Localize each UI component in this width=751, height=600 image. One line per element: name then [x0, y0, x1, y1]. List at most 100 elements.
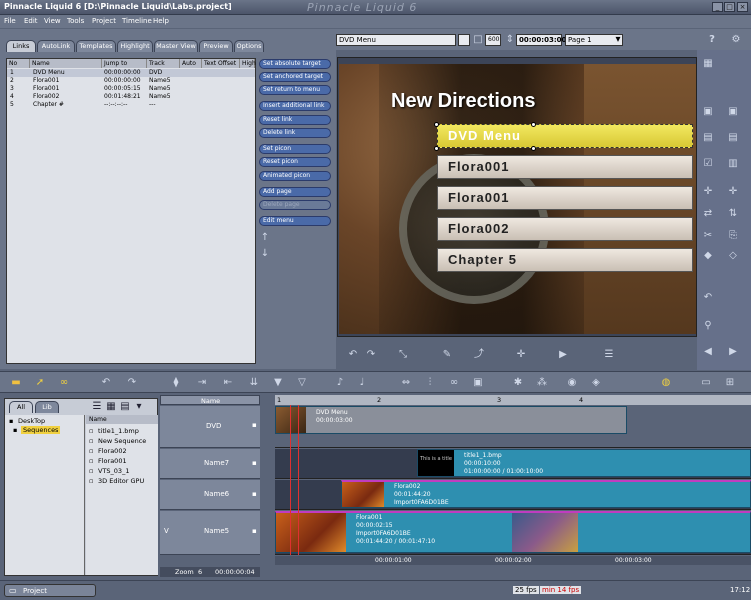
tab-master-view[interactable]: Master View [154, 40, 198, 52]
list-item[interactable]: 3D Editor GPU [98, 477, 144, 485]
lane-name6[interactable]: Flora002 00:01:44:20 Import0FA6D01BE [275, 480, 751, 510]
menu-button-flora001[interactable]: Flora001 [437, 155, 693, 179]
square-icon[interactable]: □ [472, 34, 484, 46]
paint-icon[interactable]: ◆ [702, 250, 714, 262]
center-icon[interactable]: ✛ [702, 186, 714, 198]
settings-icon[interactable]: ⚙ [730, 34, 742, 46]
distribute-icon[interactable]: ▥ [727, 158, 739, 170]
render-icon[interactable]: ◉ [566, 377, 578, 389]
clip-flora002[interactable]: Flora002 00:01:44:20 Import0FA6D01BE [341, 480, 751, 508]
link-icon[interactable]: ⤴ [473, 349, 485, 361]
redo-icon[interactable]: ↷ [126, 377, 138, 389]
mark-in-icon[interactable]: ▼ [272, 377, 284, 389]
selection-handle[interactable] [434, 122, 439, 127]
table-row[interactable]: 4 Flora002 00:01:48:21 Name5 [7, 93, 255, 101]
menu-button-flora001-b[interactable]: Flora001 [437, 186, 693, 210]
menu-button-flora002[interactable]: Flora002 [437, 217, 693, 241]
tab-preview[interactable]: Preview [199, 40, 233, 52]
track-header-name5[interactable]: V Name5 ▪ [160, 511, 260, 555]
timeline-ruler[interactable]: 1 2 3 4 [275, 395, 751, 405]
set-picon-button[interactable]: Set picon [259, 144, 331, 154]
menu-tools[interactable]: Tools [67, 17, 84, 25]
thumbnail-view-icon[interactable]: ▦ [105, 401, 117, 413]
tree-item-sequences[interactable]: Sequences [21, 426, 61, 434]
window-icon[interactable]: ▭ [700, 377, 712, 389]
menu-project[interactable]: Project [92, 17, 116, 25]
zoom-control[interactable]: Zoom 6 00:00:00:04 [160, 567, 260, 577]
playhead-out[interactable] [298, 405, 299, 555]
color-swatch[interactable] [458, 34, 470, 46]
chain-icon[interactable]: ∞ [58, 377, 70, 389]
transform-icon[interactable]: ⤡ [397, 349, 409, 361]
col-auto[interactable]: Auto [180, 59, 202, 68]
selection-handle[interactable] [531, 146, 536, 151]
close-button[interactable]: × [737, 2, 748, 12]
table-row[interactable]: 2 Flora001 00:00:00:00 Name5 [7, 77, 255, 85]
menu-button-dvd-menu[interactable]: DVD Menu [437, 124, 693, 148]
forward-icon[interactable]: ▶ [727, 346, 739, 358]
delete-page-button[interactable]: Delete page [259, 200, 331, 210]
menu-file[interactable]: File [4, 17, 16, 25]
col-track[interactable]: Track [147, 59, 180, 68]
tab-highlight[interactable]: Highlight [117, 40, 153, 52]
timecode-field[interactable]: 00:00:03:00 [516, 34, 566, 46]
set-anchored-target-button[interactable]: Set anchored target [259, 72, 331, 82]
track-header-name6[interactable]: Name6 ▪ [160, 480, 260, 510]
set-absolute-target-button[interactable]: Set absolute target [259, 59, 331, 69]
effects-icon[interactable]: ✱ [512, 377, 524, 389]
check-icon[interactable]: ☑ [702, 158, 714, 170]
split-icon[interactable]: ⇥ [196, 377, 208, 389]
list-item[interactable]: title1_1.bmp [98, 427, 139, 435]
play-icon[interactable]: ▶ [557, 349, 569, 361]
copy-icon[interactable]: ⎘ [727, 230, 739, 242]
undo-icon[interactable]: ↶ [702, 292, 714, 304]
lane-name5[interactable]: Flora001 00:00:02:15 Import0FA6D01BE 00:… [275, 511, 751, 555]
menu-help[interactable]: Help [153, 17, 169, 25]
back-icon[interactable]: ◀ [702, 346, 714, 358]
track-toggle-icon[interactable]: ▪ [252, 421, 257, 429]
audio-link-icon[interactable]: ♩ [356, 377, 368, 389]
col-no[interactable]: No [7, 59, 30, 68]
clip-title1-bmp[interactable]: This is a title title1_1.bmp 00:00:10:00… [417, 449, 751, 477]
playhead[interactable] [290, 405, 291, 555]
lane-name7[interactable]: This is a title title1_1.bmp 00:00:10:00… [275, 449, 751, 479]
undo-icon[interactable]: ↶ [347, 349, 359, 361]
track-toggle-icon[interactable]: ▪ [252, 459, 257, 467]
down-arrow-icon[interactable]: ↓ [259, 248, 271, 260]
list-item[interactable]: VTS_03_1 [98, 467, 129, 475]
extract-icon[interactable]: ⇊ [248, 377, 260, 389]
cube-icon[interactable]: ◈ [590, 377, 602, 389]
menu-preview[interactable]: New Directions DVD Menu Flora001 Flora00… [339, 64, 696, 334]
list-item[interactable]: Flora001 [98, 457, 127, 465]
table-row[interactable]: 3 Flora001 00:00:05:15 Name5 [7, 85, 255, 93]
selection-handle[interactable] [531, 122, 536, 127]
table-row[interactable]: 5 Chapter # --:--:--:-- --- [7, 101, 255, 109]
pointer-icon[interactable]: ➚ [34, 377, 46, 389]
clip-flora001[interactable]: Flora001 00:00:02:15 Import0FA6D01BE 00:… [275, 511, 751, 553]
insert-additional-link-button[interactable]: Insert additional link [259, 101, 331, 111]
jog-icon[interactable]: ⇕ [504, 34, 516, 46]
tab-options[interactable]: Options [234, 40, 264, 52]
menu-edit[interactable]: Edit [24, 17, 38, 25]
up-arrow-icon[interactable]: ↑ [259, 232, 271, 244]
track-header-dvd[interactable]: DVD ▪ [160, 406, 260, 448]
col-high[interactable]: High [240, 59, 256, 68]
tab-autolink[interactable]: AutoLink [37, 40, 75, 52]
tab-all[interactable]: All [9, 401, 33, 413]
menu-timeline[interactable]: Timeline [122, 17, 152, 25]
tree-item-desktop[interactable]: DeskTop [18, 417, 45, 425]
arrange-right-icon[interactable]: ▤ [727, 132, 739, 144]
filter-icon[interactable]: ▾ [133, 401, 145, 413]
menu-title[interactable]: New Directions [391, 90, 535, 113]
detail-view-icon[interactable]: ▤ [119, 401, 131, 413]
project-button[interactable]: ▭ Project [4, 584, 96, 597]
tab-templates[interactable]: Templates [76, 40, 116, 52]
list-view-icon[interactable]: ☰ [91, 401, 103, 413]
menu-view[interactable]: View [44, 17, 61, 25]
track-toggle-icon[interactable]: ▪ [252, 527, 257, 535]
pencil-icon[interactable]: ✎ [441, 349, 453, 361]
undo-icon[interactable]: ↶ [100, 377, 112, 389]
col-jump-to[interactable]: Jump to [102, 59, 147, 68]
audio-icon[interactable]: ♪ [334, 377, 346, 389]
razor-icon[interactable]: ⧫ [170, 377, 182, 389]
